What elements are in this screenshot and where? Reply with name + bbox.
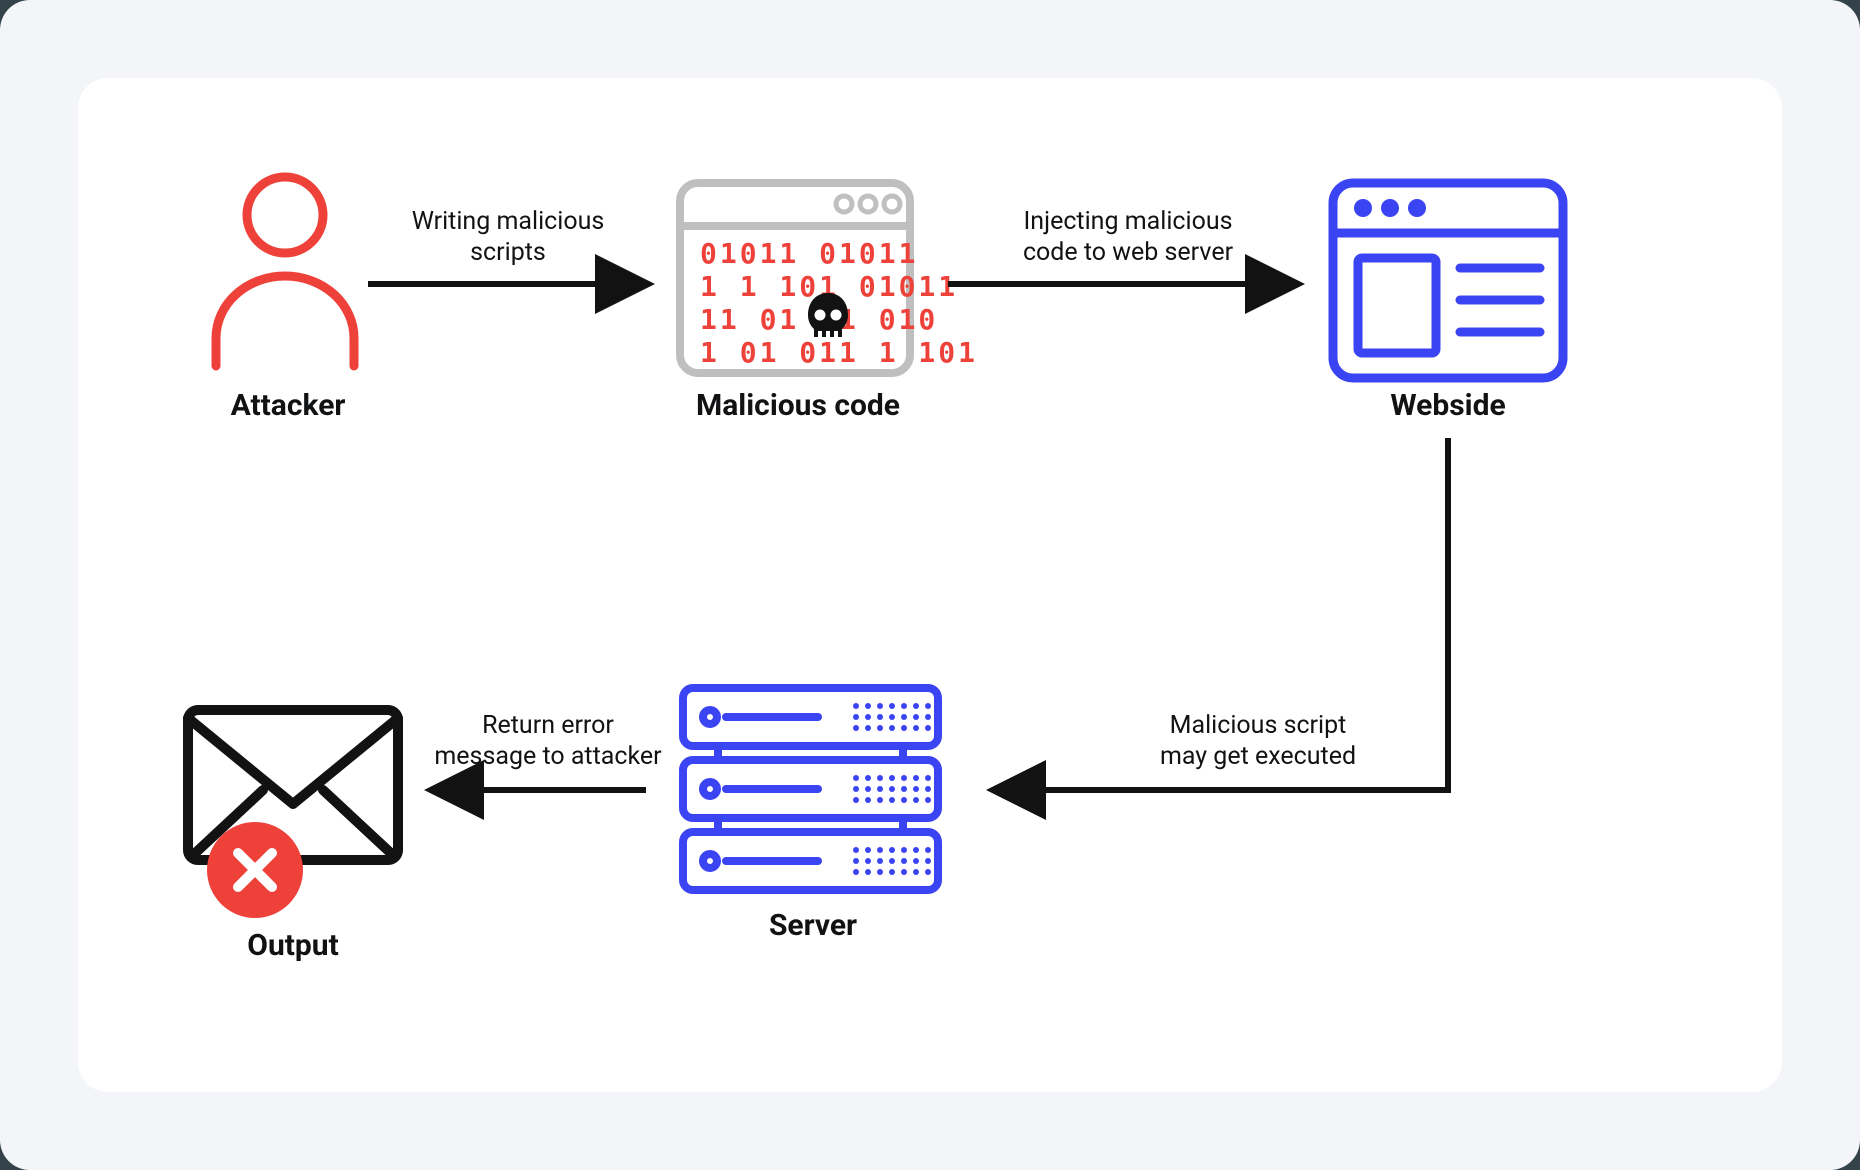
error-badge-icon	[207, 822, 303, 918]
svg-text:1 01 011 1 101: 1 01 011 1 101	[700, 336, 978, 369]
attacker-icon	[216, 177, 354, 366]
label-line: code to web server	[1023, 238, 1233, 267]
label-attacker-to-code: Writing malicious scripts	[368, 206, 648, 269]
svg-text:01011 01011: 01011 01011	[700, 237, 918, 270]
label-line: may get executed	[1160, 742, 1356, 771]
malicious-code-icon: 01011 01011 1 1 101 01011 11 01 11 010 1…	[680, 183, 978, 373]
website-icon	[1333, 183, 1563, 378]
label-line: scripts	[470, 238, 546, 267]
label-line: Return error	[482, 711, 614, 740]
label-line: message to attacker	[434, 742, 661, 771]
malicious-code-label: Malicious code	[668, 388, 928, 423]
output-icon	[188, 710, 398, 918]
label-website-to-server: Malicious script may get executed	[1098, 710, 1418, 773]
attacker-label: Attacker	[178, 388, 398, 423]
server-label: Server	[688, 908, 938, 943]
label-code-to-website: Injecting malicious code to web server	[968, 206, 1288, 269]
outer-card: 01011 01011 1 1 101 01011 11 01 11 010 1…	[0, 0, 1860, 1170]
output-label: Output	[183, 928, 403, 963]
website-label: Webside	[1333, 388, 1563, 423]
label-line: Writing malicious	[412, 207, 605, 236]
label-line: Injecting malicious	[1023, 207, 1232, 236]
skull-icon	[808, 293, 848, 339]
diagram-panel: 01011 01011 1 1 101 01011 11 01 11 010 1…	[78, 78, 1782, 1092]
label-line: Malicious script	[1170, 711, 1347, 740]
label-server-to-output: Return error message to attacker	[418, 710, 678, 773]
server-icon	[683, 688, 938, 890]
